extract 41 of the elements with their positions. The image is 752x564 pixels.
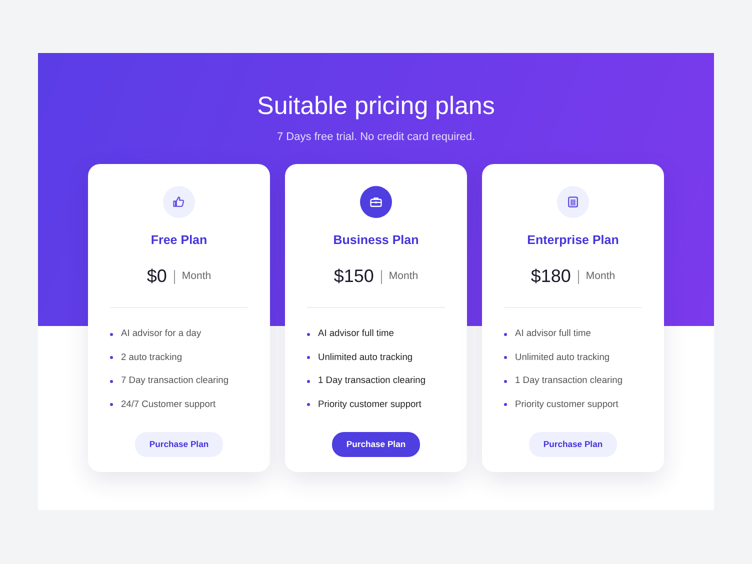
page-title: Suitable pricing plans bbox=[256, 91, 496, 121]
billing-period: Month bbox=[182, 268, 212, 284]
purchase-button[interactable]: Purchase Plan bbox=[135, 432, 223, 458]
bullet-icon bbox=[307, 403, 310, 406]
bullet-icon bbox=[110, 380, 113, 382]
feature-text: AI advisor for a day bbox=[121, 327, 202, 340]
plan-price: $0 bbox=[146, 265, 167, 288]
briefcase-icon bbox=[360, 186, 392, 218]
bullet-icon bbox=[307, 380, 310, 382]
plan-price: $150 bbox=[334, 265, 374, 288]
bullet-icon bbox=[504, 403, 507, 406]
bullet-icon bbox=[504, 332, 507, 336]
feature-text: 24/7 Customer support bbox=[121, 398, 216, 411]
plan-name: Free Plan bbox=[150, 232, 208, 248]
feature-text: AI advisor full time bbox=[318, 327, 394, 340]
thumbs-up-icon bbox=[163, 186, 195, 218]
plan-name: Business Plan bbox=[333, 232, 419, 248]
billing-period: Month bbox=[388, 268, 418, 284]
subtitle: 7 Days free trial. No credit card required. bbox=[276, 130, 476, 145]
feature-text: 1 Day transaction clearing bbox=[515, 374, 622, 388]
feature-text: Unlimited auto tracking bbox=[318, 350, 413, 364]
bullet-icon bbox=[504, 380, 507, 382]
feature-text: 1 Day transaction clearing bbox=[318, 374, 426, 388]
plan-price: $180 bbox=[530, 265, 571, 288]
building-icon bbox=[557, 186, 589, 218]
bullet-icon bbox=[110, 356, 113, 359]
bullet-icon bbox=[307, 332, 310, 336]
bullet-icon bbox=[504, 356, 507, 359]
bullet-icon bbox=[307, 356, 310, 359]
feature-text: Unlimited auto tracking bbox=[515, 350, 610, 364]
feature-text: 2 auto tracking bbox=[121, 350, 182, 364]
bullet-icon bbox=[110, 403, 113, 406]
plan-name: Enterprise Plan bbox=[527, 232, 619, 249]
billing-period: Month bbox=[586, 268, 616, 284]
purchase-button[interactable]: Purchase Plan bbox=[529, 432, 617, 458]
feature-text: Priority customer support bbox=[515, 398, 618, 411]
feature-text: Priority customer support bbox=[318, 398, 422, 411]
feature-text: AI advisor full time bbox=[515, 327, 591, 340]
bullet-icon bbox=[110, 332, 113, 336]
feature-text: 7 Day transaction clearing bbox=[121, 374, 228, 388]
purchase-button[interactable]: Purchase Plan bbox=[332, 432, 420, 458]
